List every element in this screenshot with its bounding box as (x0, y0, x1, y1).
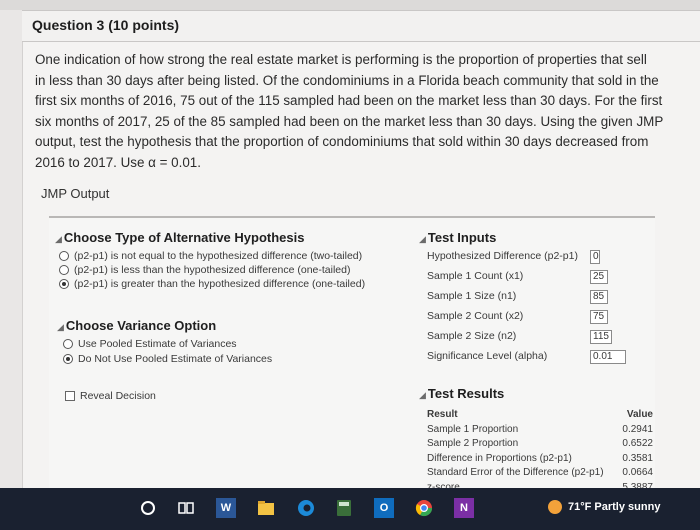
edge-icon[interactable] (296, 498, 316, 518)
collapse-triangle-icon[interactable]: ◢ (419, 234, 426, 244)
test-inputs-title[interactable]: ◢ Test Inputs (419, 230, 496, 245)
weather-text: 71°F Partly sunny (568, 501, 661, 513)
partly-sunny-icon (548, 500, 562, 514)
input-label: Sample 2 Count (x2) (427, 310, 524, 322)
alt-hypothesis-title[interactable]: ◢ Choose Type of Alternative Hypothesis (55, 230, 304, 245)
question-line: six months of 2017, 25 of the 85 sampled… (35, 113, 664, 129)
table-row: Difference in Proportions (p2-p1) 0.3581 (427, 452, 653, 464)
input-label: Sample 2 Size (n2) (427, 330, 517, 342)
test-results-title[interactable]: ◢ Test Results (419, 386, 504, 401)
variance-option-title[interactable]: ◢ Choose Variance Option (57, 318, 216, 333)
weather-widget[interactable]: 71°F Partly sunny (548, 500, 660, 514)
outlook-icon[interactable]: O (374, 498, 394, 518)
file-explorer-icon[interactable] (256, 498, 276, 518)
question-line: output, test the hypothesis that the pro… (35, 134, 649, 149)
question-title: Question 3 (10 points) (32, 17, 180, 33)
collapse-triangle-icon[interactable]: ◢ (57, 322, 64, 332)
question-line: One indication of how strong the real es… (35, 52, 647, 67)
radio-selected-icon[interactable] (59, 279, 69, 289)
test-inputs-list: Hypothesized Difference (p2-p1) 0 Sample… (427, 250, 627, 370)
input-label: Sample 1 Count (x1) (427, 270, 524, 282)
question-line: in less than 30 days after being listed.… (35, 72, 659, 88)
question-header: Question 3 (10 points) (22, 10, 700, 42)
significance-level-input[interactable]: 0.01 (590, 350, 626, 364)
checkbox-icon[interactable] (65, 391, 75, 401)
word-icon[interactable]: W (216, 498, 236, 518)
sample1-size-input[interactable]: 85 (590, 290, 608, 304)
radio-selected-icon[interactable] (63, 354, 73, 364)
table-row: Standard Error of the Difference (p2-p1)… (427, 467, 653, 479)
column-header-value: Value (626, 409, 653, 420)
table-row: Sample 2 Proportion 0.6522 (427, 438, 653, 450)
task-view-icon[interactable] (176, 498, 196, 518)
calculator-icon[interactable] (334, 498, 354, 518)
hypothesized-difference-input[interactable]: 0 (590, 250, 600, 264)
sample2-size-input[interactable]: 115 (590, 330, 612, 344)
radio-icon[interactable] (59, 265, 69, 275)
alt-hyp-option-two-tailed[interactable]: (p2-p1) is not equal to the hypothesized… (59, 250, 362, 262)
column-header-result: Result (427, 409, 458, 420)
chrome-icon[interactable] (414, 498, 434, 518)
question-body: One indication of how strong the real es… (22, 42, 700, 493)
jmp-output-panel: ◢ Choose Type of Alternative Hypothesis (… (49, 216, 655, 493)
alt-hyp-option-greater[interactable]: (p2-p1) is greater than the hypothesized… (59, 278, 365, 290)
question-line: 2016 to 2017. Use α = 0.01. (35, 154, 201, 170)
question-line: first six months of 2016, 75 out of the … (35, 93, 663, 108)
onenote-icon[interactable]: N (454, 498, 474, 518)
alt-hyp-option-less[interactable]: (p2-p1) is less than the hypothesized di… (59, 264, 350, 276)
input-label: Hypothesized Difference (p2-p1) (427, 250, 578, 262)
reveal-decision-checkbox[interactable]: Reveal Decision (65, 390, 156, 402)
jmp-output-label: JMP Output (41, 186, 110, 201)
sample2-count-input[interactable]: 75 (590, 310, 608, 324)
collapse-triangle-icon[interactable]: ◢ (419, 390, 426, 400)
table-row: Sample 1 Proportion 0.2941 (427, 423, 653, 435)
test-results-table: Result Value Sample 1 Proportion 0.2941 … (427, 408, 653, 496)
input-label: Significance Level (alpha) (427, 350, 548, 362)
radio-icon[interactable] (63, 339, 73, 349)
input-label: Sample 1 Size (n1) (427, 290, 517, 302)
taskbar: W O N 71°F Partly sunny (0, 488, 700, 530)
cortana-icon[interactable] (138, 498, 158, 518)
top-strip (0, 0, 700, 10)
collapse-triangle-icon[interactable]: ◢ (55, 234, 62, 244)
question-text: One indication of how strong the real es… (35, 50, 675, 173)
radio-icon[interactable] (59, 251, 69, 261)
sample1-count-input[interactable]: 25 (590, 270, 608, 284)
variance-option-pooled[interactable]: Use Pooled Estimate of Variances (63, 338, 237, 350)
variance-option-not-pooled[interactable]: Do Not Use Pooled Estimate of Variances (63, 353, 272, 365)
table-header-row: Result Value (427, 408, 653, 423)
